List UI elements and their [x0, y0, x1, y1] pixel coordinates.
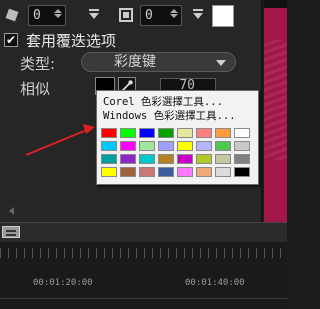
border-value: 0	[145, 8, 153, 23]
color-swatch[interactable]	[215, 167, 231, 177]
color-swatch[interactable]	[101, 128, 117, 138]
collapse-arrow-icon[interactable]	[9, 207, 14, 215]
chevron-down-icon	[216, 60, 226, 66]
overlay-option-row[interactable]: ✔ 套用覆迭选项	[4, 31, 117, 50]
color-swatch[interactable]	[177, 167, 193, 177]
color-swatch[interactable]	[158, 128, 174, 138]
rotate-icon[interactable]	[4, 7, 20, 23]
type-dropdown-value: 彩度键	[114, 54, 156, 70]
color-swatch[interactable]	[101, 141, 117, 151]
timecode: 00:01:20:00	[33, 278, 93, 288]
toolbar-row: 0 0	[0, 2, 262, 28]
color-swatch[interactable]	[215, 154, 231, 164]
color-swatch[interactable]	[120, 141, 136, 151]
type-dropdown[interactable]: 彩度键	[81, 52, 236, 72]
type-label: 类型:	[20, 55, 56, 73]
color-swatch[interactable]	[234, 128, 250, 138]
color-swatch[interactable]	[120, 128, 136, 138]
color-swatch[interactable]	[196, 154, 212, 164]
color-swatch[interactable]	[234, 154, 250, 164]
color-swatch[interactable]	[158, 154, 174, 164]
color-swatch[interactable]	[101, 154, 117, 164]
color-picker-menu: Corel 色彩選擇工具... Windows 色彩選擇工具...	[96, 90, 259, 185]
ruler-ticks	[0, 248, 287, 258]
color-swatch[interactable]	[177, 128, 193, 138]
rotate-spinbox[interactable]: 0	[28, 5, 66, 26]
reset-icon[interactable]	[88, 7, 100, 23]
color-swatch[interactable]	[215, 128, 231, 138]
timeline-toolbar	[0, 222, 287, 242]
timeline-view-icon[interactable]	[2, 226, 20, 238]
color-swatch[interactable]	[158, 141, 174, 151]
color-swatch[interactable]	[158, 167, 174, 177]
spin-arrows[interactable]	[170, 8, 179, 23]
overlay-checkbox[interactable]: ✔	[4, 33, 18, 47]
similarity-label: 相似	[20, 80, 51, 98]
video-preview	[264, 0, 287, 222]
color-swatch[interactable]	[196, 167, 212, 177]
color-swatch[interactable]	[196, 141, 212, 151]
color-swatch[interactable]	[101, 167, 117, 177]
color-swatch[interactable]	[196, 128, 212, 138]
rotate-value: 0	[33, 8, 41, 23]
timecode: 00:01:40:00	[185, 278, 245, 288]
color-swatch[interactable]	[177, 154, 193, 164]
color-swatch[interactable]	[234, 167, 250, 177]
color-swatch[interactable]	[139, 141, 155, 151]
timeline-scroll-track[interactable]	[0, 298, 287, 299]
color-swatch[interactable]	[139, 128, 155, 138]
color-swatch[interactable]	[234, 141, 250, 151]
color-swatch[interactable]	[120, 167, 136, 177]
border-reset-icon[interactable]	[192, 7, 204, 23]
spin-arrows[interactable]	[54, 8, 63, 23]
border-icon[interactable]	[118, 7, 134, 23]
menu-item-corel-color-picker[interactable]: Corel 色彩選擇工具...	[103, 94, 223, 109]
menu-item-windows-color-picker[interactable]: Windows 色彩選擇工具...	[103, 108, 236, 123]
border-spinbox[interactable]: 0	[140, 5, 182, 26]
color-swatch[interactable]	[139, 167, 155, 177]
color-swatch[interactable]	[215, 141, 231, 151]
overlay-checkbox-label: 套用覆迭选项	[26, 31, 117, 50]
color-swatch[interactable]	[177, 141, 193, 151]
border-color-swatch[interactable]	[212, 5, 234, 27]
color-swatch[interactable]	[120, 154, 136, 164]
color-swatch[interactable]	[139, 154, 155, 164]
